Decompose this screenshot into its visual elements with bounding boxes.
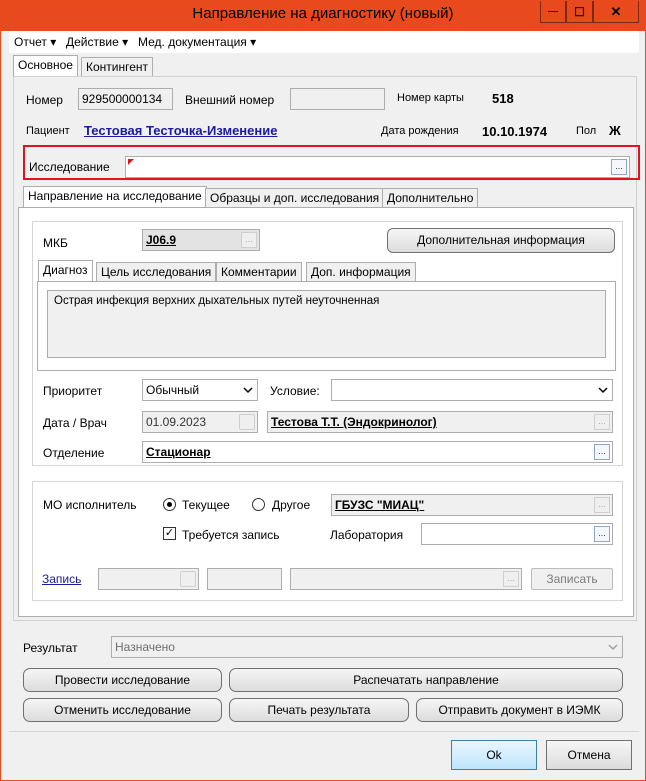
tab-goal[interactable]: Цель исследования [96, 262, 217, 282]
sex-label: Пол [576, 125, 597, 137]
additional-info-button[interactable]: Дополнительная информация [387, 228, 615, 253]
booking-slot-field: ... [290, 568, 522, 590]
doctor-field[interactable]: Тестова Т.Т. (Эндокринолог) ... [267, 411, 613, 433]
tab-extra-info[interactable]: Доп. информация [306, 262, 416, 282]
send-iemk-button[interactable]: Отправить документ в ИЭМК [416, 698, 623, 722]
tab-comments[interactable]: Комментарии [216, 262, 302, 282]
calendar-icon [239, 414, 255, 430]
external-number-field[interactable] [290, 88, 385, 110]
radio-current-label: Текущее [182, 498, 230, 512]
mkb-label: МКБ [43, 236, 68, 250]
booking-slot-select-button: ... [503, 571, 519, 587]
mkb-select-button: ... [241, 232, 257, 248]
cancel-button[interactable]: Отмена [546, 740, 632, 770]
radio-current[interactable] [163, 498, 176, 511]
priority-label: Приоритет [43, 384, 103, 398]
minimize-button[interactable]: — [540, 1, 566, 23]
book-button: Записать [531, 568, 613, 590]
card-number-label: Номер карты [397, 92, 464, 104]
menu-bar: Отчет ▾ Действие ▾ Мед. документация ▾ [9, 31, 639, 53]
department-value: Стационар [146, 445, 211, 459]
chevron-down-icon [243, 387, 253, 394]
calendar-icon [180, 571, 196, 587]
study-field[interactable]: ... [125, 156, 630, 178]
tab-diagnosis[interactable]: Диагноз [38, 260, 93, 282]
doctor-select-button: ... [594, 414, 610, 430]
tab-referral[interactable]: Направление на исследование [23, 186, 207, 208]
result-value: Назначено [115, 640, 175, 654]
booking-date-field [98, 568, 199, 590]
conduct-study-button[interactable]: Провести исследование [23, 668, 222, 692]
priority-select[interactable]: Обычный [142, 379, 258, 401]
birth-date-label: Дата рождения [381, 125, 459, 137]
maximize-button[interactable]: ☐ [566, 1, 593, 23]
date-field[interactable]: 01.09.2023 [142, 411, 258, 433]
cancel-study-button[interactable]: Отменить исследование [23, 698, 222, 722]
number-field[interactable]: 929500000134 [78, 88, 173, 110]
department-select-button[interactable]: ... [594, 444, 610, 460]
laboratory-field[interactable]: ... [421, 523, 613, 545]
tab-additional[interactable]: Дополнительно [382, 188, 479, 208]
mo-select-button: ... [594, 497, 610, 513]
patient-label: Пациент [26, 125, 70, 137]
sex-value: Ж [609, 123, 621, 138]
required-marker-icon [128, 159, 134, 165]
date-doctor-label: Дата / Врач [43, 416, 107, 430]
external-number-label: Внешний номер [185, 93, 275, 107]
mo-value: ГБУЗС "МИАЦ" [335, 498, 425, 512]
menu-med-docs[interactable]: Мед. документация ▾ [138, 35, 256, 49]
booking-time-field [207, 568, 282, 590]
date-value: 01.09.2023 [146, 415, 207, 429]
priority-value: Обычный [146, 383, 200, 397]
mkb-value: J06.9 [146, 233, 177, 247]
patient-link[interactable]: Тестовая Тесточка-Изменение [84, 123, 277, 138]
mo-field[interactable]: ГБУЗС "МИАЦ" ... [331, 494, 613, 516]
close-button[interactable]: ✕ [593, 1, 639, 23]
tab-samples[interactable]: Образцы и доп. исследования [205, 188, 385, 208]
mkb-field[interactable]: J06.9 ... [142, 229, 260, 251]
mo-executor-label: МО исполнитель [43, 498, 137, 512]
study-label: Исследование [29, 160, 110, 174]
footer-divider [9, 731, 639, 732]
tab-contingent[interactable]: Контингент [81, 57, 154, 77]
card-number-value: 518 [492, 91, 514, 106]
tab-main[interactable]: Основное [13, 55, 78, 77]
chevron-down-icon [598, 387, 608, 394]
chevron-down-icon [608, 644, 618, 651]
menu-report[interactable]: Отчет ▾ [14, 35, 56, 49]
booking-link[interactable]: Запись [42, 572, 81, 586]
birth-date-value: 10.10.1974 [482, 124, 548, 139]
doctor-value: Тестова Т.Т. (Эндокринолог) [271, 415, 437, 429]
dialog-window: Направление на диагностику (новый) — ☐ ✕… [0, 0, 646, 781]
print-referral-button[interactable]: Распечатать направление [229, 668, 623, 692]
laboratory-label: Лаборатория [330, 528, 404, 542]
diagnosis-text[interactable]: Острая инфекция верхних дыхательных путе… [47, 290, 606, 358]
title-bar[interactable]: Направление на диагностику (новый) — ☐ ✕ [1, 1, 645, 31]
condition-label: Условие: [270, 384, 320, 398]
result-label: Результат [23, 641, 78, 655]
print-result-button[interactable]: Печать результата [229, 698, 409, 722]
requires-booking-checkbox[interactable]: ✓ [163, 527, 176, 540]
radio-other-label: Другое [272, 498, 311, 512]
requires-booking-label: Требуется запись [182, 528, 280, 542]
minimize-icon: — [548, 6, 558, 17]
number-label: Номер [26, 93, 63, 107]
result-select: Назначено [111, 636, 623, 658]
condition-select[interactable] [331, 379, 613, 401]
ok-button[interactable]: Ok [451, 740, 537, 770]
menu-action[interactable]: Действие ▾ [66, 35, 128, 49]
radio-other[interactable] [252, 498, 265, 511]
study-select-button[interactable]: ... [611, 159, 627, 175]
maximize-icon: ☐ [574, 4, 585, 19]
laboratory-select-button[interactable]: ... [594, 526, 610, 542]
department-label: Отделение [43, 446, 105, 460]
close-icon: ✕ [610, 3, 622, 19]
department-field[interactable]: Стационар ... [142, 441, 613, 463]
